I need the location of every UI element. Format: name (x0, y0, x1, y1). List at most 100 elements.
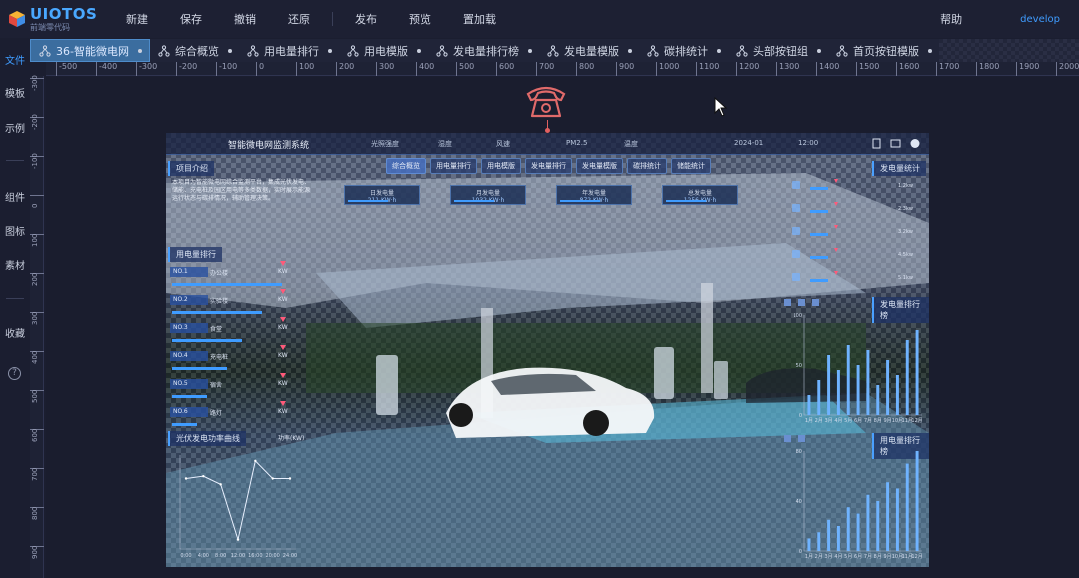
rank-marker-icon (280, 289, 286, 294)
bar (856, 365, 860, 415)
right-panel-title: 发电量统计 (872, 161, 926, 176)
tab-close-dot[interactable] (416, 48, 421, 53)
sidebar-item-file[interactable]: 文件 (0, 52, 30, 67)
tab-7[interactable]: 头部按钮组 (728, 39, 828, 62)
sidebar-divider (6, 298, 24, 299)
tab-5[interactable]: 发电量模版 (539, 39, 639, 62)
sidebar-item-component[interactable]: 组件 (0, 189, 30, 204)
ruler-tick: 600 (496, 62, 514, 76)
tab-label: 头部按钮组 (752, 44, 808, 58)
kpi-label: 总发电量 (687, 190, 712, 197)
top-bar: UIOTOS 前端零代码 新建 保存 撤销 还原 发布 预览 置加载 帮助 de… (0, 0, 1079, 38)
tab-label: 碳排统计 (663, 44, 708, 58)
kpi-label: 年发电量 (581, 190, 606, 197)
rank-row: NO.2 实验楼 KW (170, 289, 304, 319)
curve-title: 光伏发电功率曲线 (168, 431, 246, 446)
tab-close-dot[interactable] (137, 48, 142, 53)
dash-nav-item[interactable]: 碳排统计 (627, 158, 667, 174)
dash-nav-item[interactable]: 发电量排行 (525, 158, 572, 174)
ruler-tick: -200 (176, 62, 197, 76)
chart-axis (179, 455, 296, 550)
tab-close-dot[interactable] (227, 48, 232, 53)
header-action-icons[interactable] (871, 138, 921, 149)
ruler-tick: -300 (30, 75, 44, 91)
menu-redo[interactable]: 还原 (272, 11, 326, 27)
sidebar-item-template[interactable]: 模板 (0, 85, 30, 100)
tab-close-dot[interactable] (716, 48, 721, 53)
sidebar-item-material[interactable]: 素材 (0, 257, 30, 272)
tabs-empty-area (938, 39, 1079, 62)
dash-nav-item[interactable]: 储能统计 (671, 158, 711, 174)
app-logo[interactable]: UIOTOS 前端零代码 (0, 6, 110, 32)
meta-light: 光照强度 (371, 140, 399, 148)
bar (827, 519, 831, 551)
help-icon[interactable]: ? (8, 367, 21, 380)
menu-save[interactable]: 保存 (164, 11, 218, 27)
tab-8[interactable]: 首页按钮模版 (828, 39, 939, 62)
dash-nav-item[interactable]: 发电量模版 (576, 158, 623, 174)
x-tick-label: 12月 (911, 554, 922, 560)
dashboard-title: 智能微电网监测系统 (228, 141, 310, 151)
tree-node-icon (547, 44, 559, 57)
ruler-tick-label: 400 (31, 350, 39, 364)
kpi-label: 日发电量 (369, 190, 394, 197)
play-button[interactable] (784, 299, 791, 306)
ruler-tick-label: -100 (31, 153, 39, 169)
dashboard-preview[interactable]: 智能微电网监测系统 光照强度 湿度 风速 PM2.5 温度 2024-01 12… (166, 133, 929, 567)
dash-nav-item[interactable]: 用电模版 (481, 158, 521, 174)
tree-node-icon (347, 44, 359, 57)
menu-publish[interactable]: 发布 (339, 11, 393, 27)
tab-6[interactable]: 碳排统计 (639, 39, 728, 62)
phone-icon[interactable] (524, 80, 568, 120)
help-link[interactable]: 帮助 (940, 11, 962, 27)
rank-title: 用电量排行 (168, 247, 222, 262)
tab-4[interactable]: 发电量排行榜 (428, 39, 539, 62)
tab-1[interactable]: 综合概览 (150, 39, 239, 62)
ruler-tick: 400 (30, 351, 44, 364)
tab-2[interactable]: 用电量排行 (239, 39, 339, 62)
ruler-tick: 1100 (696, 62, 719, 76)
vertical-ruler: -300 -200 -100 0 100 200 300 400 500 600 700 800 900 (30, 75, 44, 578)
chart-toggle-2[interactable] (798, 435, 805, 442)
ruler-tick: 800 (30, 507, 44, 520)
dash-nav-item[interactable]: 综合概览 (386, 158, 426, 174)
tab-close-dot[interactable] (927, 48, 932, 53)
ruler-tick: 500 (456, 62, 474, 76)
stop-button[interactable] (812, 299, 819, 306)
kpi-bar (560, 200, 600, 202)
sidebar-item-icon[interactable]: 图标 (0, 223, 30, 238)
metric-icon (792, 181, 800, 189)
menu-new[interactable]: 新建 (110, 11, 164, 27)
tab-close-dot[interactable] (816, 48, 821, 53)
user-name[interactable]: develop (1020, 14, 1060, 25)
metric-value: 3.2kw (898, 229, 913, 235)
rank-name: 路灯 (210, 410, 223, 417)
tab-close-dot[interactable] (327, 48, 332, 53)
x-tick-label: 6月 (854, 418, 862, 424)
x-tick-label: 0:00 (180, 553, 191, 559)
curve-unit: 功率(KW) (278, 435, 305, 442)
tab-close-dot[interactable] (627, 48, 632, 53)
tab-close-dot[interactable] (527, 48, 532, 53)
sidebar-item-example[interactable]: 示例 (0, 120, 30, 135)
tab-0[interactable]: 36-智能微电网 (30, 39, 150, 62)
tab-3[interactable]: 用电模版 (339, 39, 428, 62)
menu-preview[interactable]: 预览 (393, 11, 447, 27)
sidebar-item-favorite[interactable]: 收藏 (0, 325, 30, 340)
bar (905, 463, 909, 551)
data-point (288, 477, 292, 480)
menu-undo[interactable]: 撤销 (218, 11, 272, 27)
ruler-tick-label: 0 (31, 203, 39, 208)
dash-nav-item[interactable]: 用电量排行 (430, 158, 477, 174)
ruler-tick: 1300 (776, 62, 799, 76)
bar (807, 395, 811, 415)
x-tick-label: 7月 (864, 418, 872, 424)
data-point (254, 459, 257, 463)
rank-row: NO.1 办公楼 KW (170, 261, 304, 291)
bar (876, 501, 880, 551)
ruler-tick: 900 (30, 546, 44, 559)
pause-button[interactable] (798, 299, 805, 306)
chart-toggle-1[interactable] (784, 435, 791, 442)
rank-name: 充电桩 (210, 354, 229, 361)
menu-reload[interactable]: 置加载 (447, 11, 512, 27)
